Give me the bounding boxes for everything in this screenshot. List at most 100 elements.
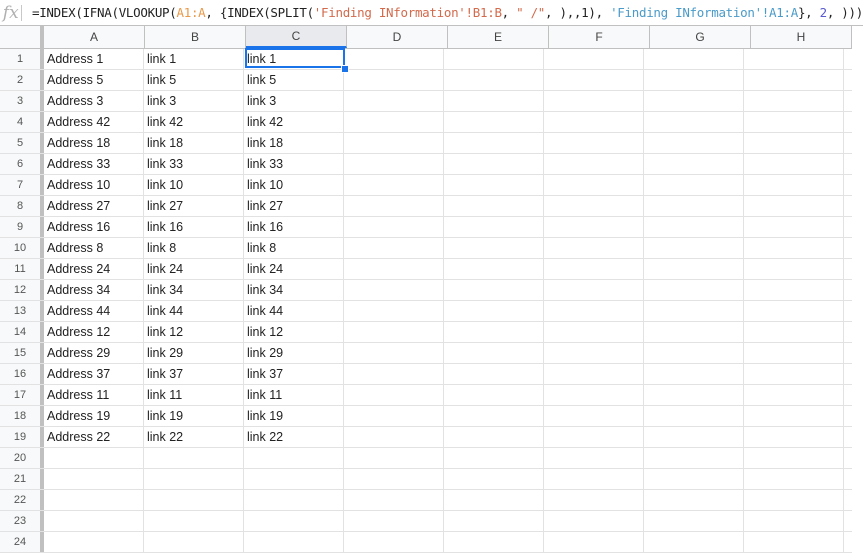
cell-d12[interactable]: [344, 280, 444, 300]
cell-c2[interactable]: link 5: [244, 70, 344, 90]
cell-a2[interactable]: Address 5: [44, 70, 144, 90]
cell-d3[interactable]: [344, 91, 444, 111]
cell-g23[interactable]: [644, 511, 744, 531]
cell-h3[interactable]: [744, 91, 844, 111]
cell-e12[interactable]: [444, 280, 544, 300]
cell-g13[interactable]: [644, 301, 744, 321]
cell-h11[interactable]: [744, 259, 844, 279]
cell-f24[interactable]: [544, 532, 644, 552]
cell-d10[interactable]: [344, 238, 444, 258]
cell-d22[interactable]: [344, 490, 444, 510]
cell-d1[interactable]: [344, 49, 444, 69]
cell-c23[interactable]: [244, 511, 344, 531]
row-header[interactable]: 22: [0, 490, 44, 510]
cell-g14[interactable]: [644, 322, 744, 342]
cell-h9[interactable]: [744, 217, 844, 237]
cell-c16[interactable]: link 37: [244, 364, 344, 384]
cell-g20[interactable]: [644, 448, 744, 468]
cell-c4[interactable]: link 42: [244, 112, 344, 132]
cell-h16[interactable]: [744, 364, 844, 384]
cell-e7[interactable]: [444, 175, 544, 195]
cell-c5[interactable]: link 18: [244, 133, 344, 153]
cell-e19[interactable]: [444, 427, 544, 447]
cell-f1[interactable]: [544, 49, 644, 69]
cell-g22[interactable]: [644, 490, 744, 510]
cell-f5[interactable]: [544, 133, 644, 153]
cell-a5[interactable]: Address 18: [44, 133, 144, 153]
cell-h18[interactable]: [744, 406, 844, 426]
cell-f18[interactable]: [544, 406, 644, 426]
row-header[interactable]: 11: [0, 259, 44, 279]
cell-c12[interactable]: link 34: [244, 280, 344, 300]
row-header[interactable]: 1: [0, 49, 44, 69]
cell-f23[interactable]: [544, 511, 644, 531]
column-header-a[interactable]: A: [44, 26, 145, 48]
cell-d7[interactable]: [344, 175, 444, 195]
row-header[interactable]: 21: [0, 469, 44, 489]
cell-d6[interactable]: [344, 154, 444, 174]
cell-h17[interactable]: [744, 385, 844, 405]
column-header-g[interactable]: G: [650, 26, 751, 48]
cell-b9[interactable]: link 16: [144, 217, 244, 237]
cell-h21[interactable]: [744, 469, 844, 489]
cell-g8[interactable]: [644, 196, 744, 216]
cell-b2[interactable]: link 5: [144, 70, 244, 90]
cell-c21[interactable]: [244, 469, 344, 489]
cell-e11[interactable]: [444, 259, 544, 279]
cell-g6[interactable]: [644, 154, 744, 174]
cell-h8[interactable]: [744, 196, 844, 216]
cell-a6[interactable]: Address 33: [44, 154, 144, 174]
cell-g18[interactable]: [644, 406, 744, 426]
cell-h12[interactable]: [744, 280, 844, 300]
cell-e15[interactable]: [444, 343, 544, 363]
formula-input[interactable]: =INDEX(IFNA(VLOOKUP(A1:A, {INDEX(SPLIT('…: [32, 5, 863, 20]
cell-f14[interactable]: [544, 322, 644, 342]
cell-f12[interactable]: [544, 280, 644, 300]
row-header[interactable]: 9: [0, 217, 44, 237]
cell-f21[interactable]: [544, 469, 644, 489]
cell-d24[interactable]: [344, 532, 444, 552]
cell-e10[interactable]: [444, 238, 544, 258]
cell-b5[interactable]: link 18: [144, 133, 244, 153]
cell-g2[interactable]: [644, 70, 744, 90]
cell-c8[interactable]: link 27: [244, 196, 344, 216]
cell-d9[interactable]: [344, 217, 444, 237]
row-header[interactable]: 12: [0, 280, 44, 300]
cell-a23[interactable]: [44, 511, 144, 531]
cell-h23[interactable]: [744, 511, 844, 531]
cell-b12[interactable]: link 34: [144, 280, 244, 300]
row-header[interactable]: 7: [0, 175, 44, 195]
cell-f22[interactable]: [544, 490, 644, 510]
cell-b6[interactable]: link 33: [144, 154, 244, 174]
cell-g21[interactable]: [644, 469, 744, 489]
cell-b15[interactable]: link 29: [144, 343, 244, 363]
cell-d16[interactable]: [344, 364, 444, 384]
cell-f20[interactable]: [544, 448, 644, 468]
cell-d15[interactable]: [344, 343, 444, 363]
cell-b13[interactable]: link 44: [144, 301, 244, 321]
cell-a7[interactable]: Address 10: [44, 175, 144, 195]
cell-a14[interactable]: Address 12: [44, 322, 144, 342]
cell-a18[interactable]: Address 19: [44, 406, 144, 426]
cell-d19[interactable]: [344, 427, 444, 447]
cell-d14[interactable]: [344, 322, 444, 342]
cell-a15[interactable]: Address 29: [44, 343, 144, 363]
cell-g7[interactable]: [644, 175, 744, 195]
cell-h1[interactable]: [744, 49, 844, 69]
cell-e2[interactable]: [444, 70, 544, 90]
cell-e16[interactable]: [444, 364, 544, 384]
cell-e14[interactable]: [444, 322, 544, 342]
cell-b17[interactable]: link 11: [144, 385, 244, 405]
cell-c13[interactable]: link 44: [244, 301, 344, 321]
cell-f16[interactable]: [544, 364, 644, 384]
cell-a20[interactable]: [44, 448, 144, 468]
column-header-c[interactable]: C: [246, 26, 347, 48]
cell-b8[interactable]: link 27: [144, 196, 244, 216]
cell-a10[interactable]: Address 8: [44, 238, 144, 258]
row-header[interactable]: 20: [0, 448, 44, 468]
cell-a24[interactable]: [44, 532, 144, 552]
row-header[interactable]: 18: [0, 406, 44, 426]
row-header[interactable]: 19: [0, 427, 44, 447]
cell-c22[interactable]: [244, 490, 344, 510]
cell-b4[interactable]: link 42: [144, 112, 244, 132]
